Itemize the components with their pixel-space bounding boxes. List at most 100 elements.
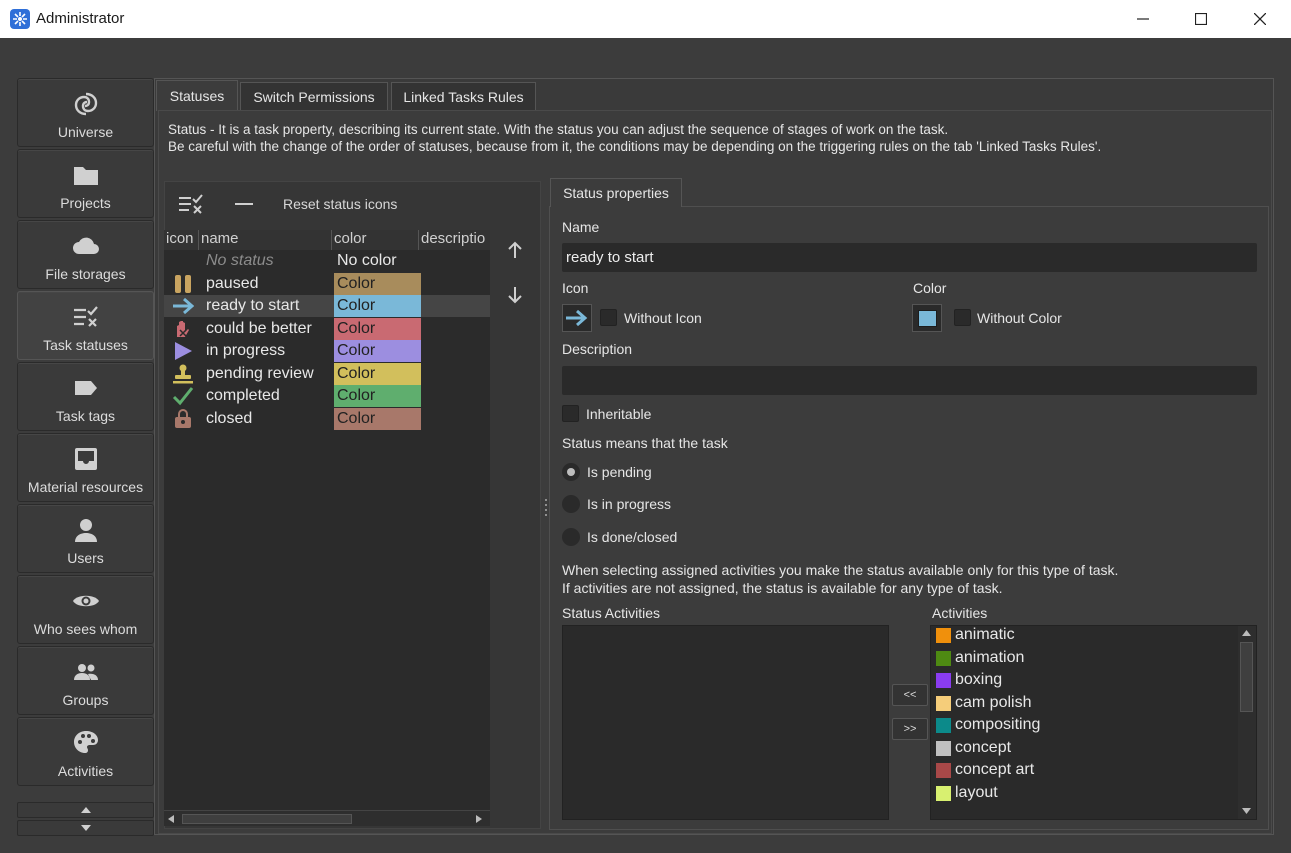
status-color[interactable]: Color — [334, 363, 421, 385]
move-right-button[interactable]: >> — [892, 718, 928, 740]
scrollbar-thumb[interactable] — [1240, 642, 1253, 712]
check-icon — [172, 386, 194, 406]
sidebar-item-file-storages[interactable]: File storages — [17, 220, 154, 289]
arrow-right-icon — [172, 296, 194, 316]
activity-color — [936, 786, 951, 801]
table-row[interactable]: closed Color — [164, 408, 490, 430]
status-means-label: Status means that the task — [562, 435, 728, 451]
color-label: Color — [913, 280, 947, 296]
status-color[interactable]: Color — [334, 408, 421, 430]
move-left-button[interactable]: << — [892, 684, 928, 706]
activity-color — [936, 651, 951, 666]
without-icon-checkbox[interactable] — [600, 309, 617, 326]
column-header-name[interactable]: name — [199, 230, 332, 250]
activities-label: Activities — [932, 605, 988, 621]
icon-label: Icon — [562, 280, 589, 296]
name-field[interactable] — [562, 243, 1257, 272]
sidebar-item-users[interactable]: Users — [17, 504, 154, 573]
description-field[interactable] — [562, 366, 1257, 395]
column-header-color[interactable]: color — [332, 230, 419, 250]
table-row[interactable]: paused Color — [164, 273, 490, 295]
status-color[interactable]: Color — [334, 318, 421, 340]
nav-scroll-down-button[interactable] — [17, 820, 154, 836]
status-activities-list[interactable] — [562, 625, 889, 820]
table-row[interactable]: in progress Color — [164, 340, 490, 362]
activities-note-secondary: If activities are not assigned, the stat… — [562, 580, 1003, 596]
scrollbar-thumb[interactable] — [182, 814, 352, 824]
tab-statuses[interactable]: Statuses — [156, 80, 238, 111]
table-row[interactable]: pending review Color — [164, 363, 490, 385]
sidebar-item-universe[interactable]: Universe — [17, 78, 154, 147]
remove-status-button[interactable] — [224, 187, 264, 221]
reset-status-icons-button[interactable]: Reset status icons — [283, 196, 397, 212]
is-in-progress-label: Is in progress — [587, 496, 672, 512]
pane-splitter-handle[interactable] — [544, 497, 548, 519]
status-name: ready to start — [206, 297, 300, 314]
tab-switch-permissions[interactable]: Switch Permissions — [240, 82, 388, 110]
sidebar-item-label: File storages — [45, 266, 126, 282]
universe-icon — [71, 89, 101, 119]
is-in-progress-radio[interactable] — [562, 495, 580, 513]
status-color[interactable]: Color — [334, 340, 421, 362]
move-down-button[interactable] — [500, 280, 530, 310]
user-icon — [71, 515, 101, 545]
play-icon — [172, 341, 194, 361]
sidebar-item-label: Universe — [57, 124, 114, 140]
sidebar-item-who-sees-whom[interactable]: Who sees whom — [17, 575, 154, 644]
minimize-button[interactable] — [1114, 0, 1172, 38]
table-horizontal-scrollbar[interactable] — [164, 810, 490, 826]
sidebar-item-projects[interactable]: Projects — [17, 149, 154, 218]
tab-linked-tasks-rules[interactable]: Linked Tasks Rules — [391, 82, 536, 110]
status-name: could be better — [206, 320, 312, 337]
status-name: paused — [206, 275, 259, 292]
maximize-button[interactable] — [1172, 0, 1230, 38]
tab-status-properties[interactable]: Status properties — [550, 178, 682, 207]
sidebar-item-task-tags[interactable]: Task tags — [17, 362, 154, 431]
nav-scroll-up-button[interactable] — [17, 802, 154, 818]
description-input[interactable] — [562, 366, 1257, 395]
status-color[interactable]: Color — [334, 385, 421, 407]
move-up-button[interactable] — [500, 235, 530, 265]
arrow-down-icon — [508, 287, 522, 304]
tag-icon — [71, 373, 101, 403]
sidebar-item-label: Material resources — [27, 479, 144, 495]
description-warning-text: Be careful with the change of the order … — [168, 139, 1102, 154]
sidebar-item-label: Groups — [62, 692, 109, 708]
column-header-description[interactable]: descriptio — [419, 230, 490, 250]
title-bar: Administrator — [0, 0, 1291, 38]
icon-picker-button[interactable] — [562, 304, 592, 332]
color-picker-button[interactable] — [912, 304, 942, 332]
activities-vertical-scrollbar[interactable] — [1238, 626, 1256, 819]
sidebar-item-material-resources[interactable]: Material resources — [17, 433, 154, 502]
sidebar-item-activities[interactable]: Activities — [17, 717, 154, 786]
arrow-up-icon — [508, 241, 522, 258]
table-row[interactable]: ready to start Color — [164, 295, 490, 317]
without-color-label: Without Color — [977, 310, 1062, 326]
is-done-closed-radio[interactable] — [562, 528, 580, 546]
status-activities-label: Status Activities — [562, 605, 661, 621]
chevron-down-icon — [80, 825, 91, 831]
status-color[interactable]: Color — [334, 273, 421, 295]
without-color-checkbox[interactable] — [954, 309, 971, 326]
status-name: closed — [206, 410, 253, 427]
status-name: No status — [206, 252, 274, 269]
sidebar-item-groups[interactable]: Groups — [17, 646, 154, 715]
inheritable-checkbox[interactable] — [562, 405, 579, 422]
is-done-closed-label: Is done/closed — [587, 529, 678, 545]
chevron-right-icon — [476, 815, 482, 823]
edit-statuses-button[interactable] — [170, 187, 212, 221]
column-header-icon[interactable]: icon — [164, 230, 199, 250]
status-color[interactable]: Color — [334, 295, 421, 317]
is-pending-radio[interactable] — [562, 463, 580, 481]
close-button[interactable] — [1231, 0, 1289, 38]
table-row[interactable]: completed Color — [164, 385, 490, 407]
name-input[interactable] — [562, 243, 1257, 272]
table-row[interactable]: No status No color — [164, 250, 490, 272]
activities-note: When selecting assigned activities you m… — [562, 562, 1119, 578]
table-row[interactable]: could be better Color — [164, 318, 490, 340]
hand-icon — [172, 319, 194, 339]
stamp-icon — [172, 364, 194, 384]
group-icon — [71, 657, 101, 687]
lock-icon — [172, 409, 194, 429]
sidebar-item-task-statuses[interactable]: Task statuses — [17, 291, 154, 360]
